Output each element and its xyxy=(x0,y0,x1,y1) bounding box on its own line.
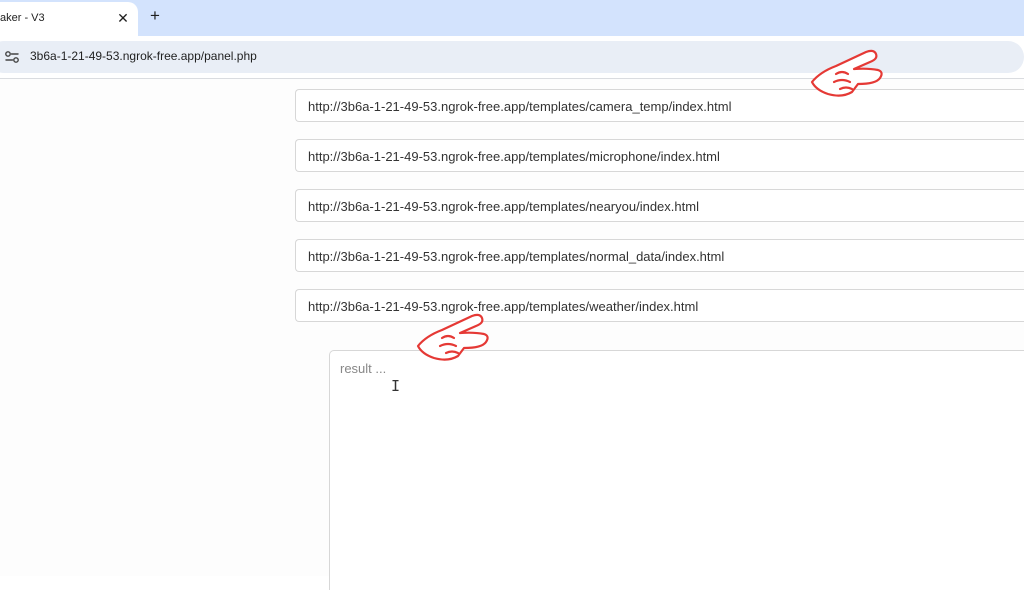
link-text: http://3b6a-1-21-49-53.ngrok-free.app/te… xyxy=(308,99,732,114)
link-field-weather[interactable]: http://3b6a-1-21-49-53.ngrok-free.app/te… xyxy=(295,289,1024,322)
new-tab-button[interactable]: + xyxy=(144,5,166,27)
tab-strip: aker - V3 ✕ + xyxy=(0,0,1024,36)
link-field-microphone[interactable]: http://3b6a-1-21-49-53.ngrok-free.app/te… xyxy=(295,139,1024,172)
link-text: http://3b6a-1-21-49-53.ngrok-free.app/te… xyxy=(308,199,699,214)
link-field-normal-data[interactable]: http://3b6a-1-21-49-53.ngrok-free.app/te… xyxy=(295,239,1024,272)
tab-title: aker - V3 xyxy=(0,12,45,24)
link-field-camera-temp[interactable]: http://3b6a-1-21-49-53.ngrok-free.app/te… xyxy=(295,89,1024,122)
address-text: 3b6a-1-21-49-53.ngrok-free.app/panel.php xyxy=(30,49,257,63)
pointing-hand-icon xyxy=(810,49,883,97)
browser-tab[interactable]: aker - V3 ✕ xyxy=(0,2,138,36)
result-textarea[interactable]: result ... I xyxy=(329,350,1024,590)
site-info-icon[interactable] xyxy=(4,49,20,65)
link-text: http://3b6a-1-21-49-53.ngrok-free.app/te… xyxy=(308,249,725,264)
text-cursor-icon: I xyxy=(391,377,401,395)
close-icon[interactable]: ✕ xyxy=(113,8,133,28)
page-content: http://3b6a-1-21-49-53.ngrok-free.app/te… xyxy=(0,79,1024,590)
pointing-hand-icon xyxy=(416,313,489,361)
link-field-nearyou[interactable]: http://3b6a-1-21-49-53.ngrok-free.app/te… xyxy=(295,189,1024,222)
link-text: http://3b6a-1-21-49-53.ngrok-free.app/te… xyxy=(308,149,720,164)
link-text: http://3b6a-1-21-49-53.ngrok-free.app/te… xyxy=(308,299,699,314)
result-placeholder: result ... xyxy=(340,361,387,376)
